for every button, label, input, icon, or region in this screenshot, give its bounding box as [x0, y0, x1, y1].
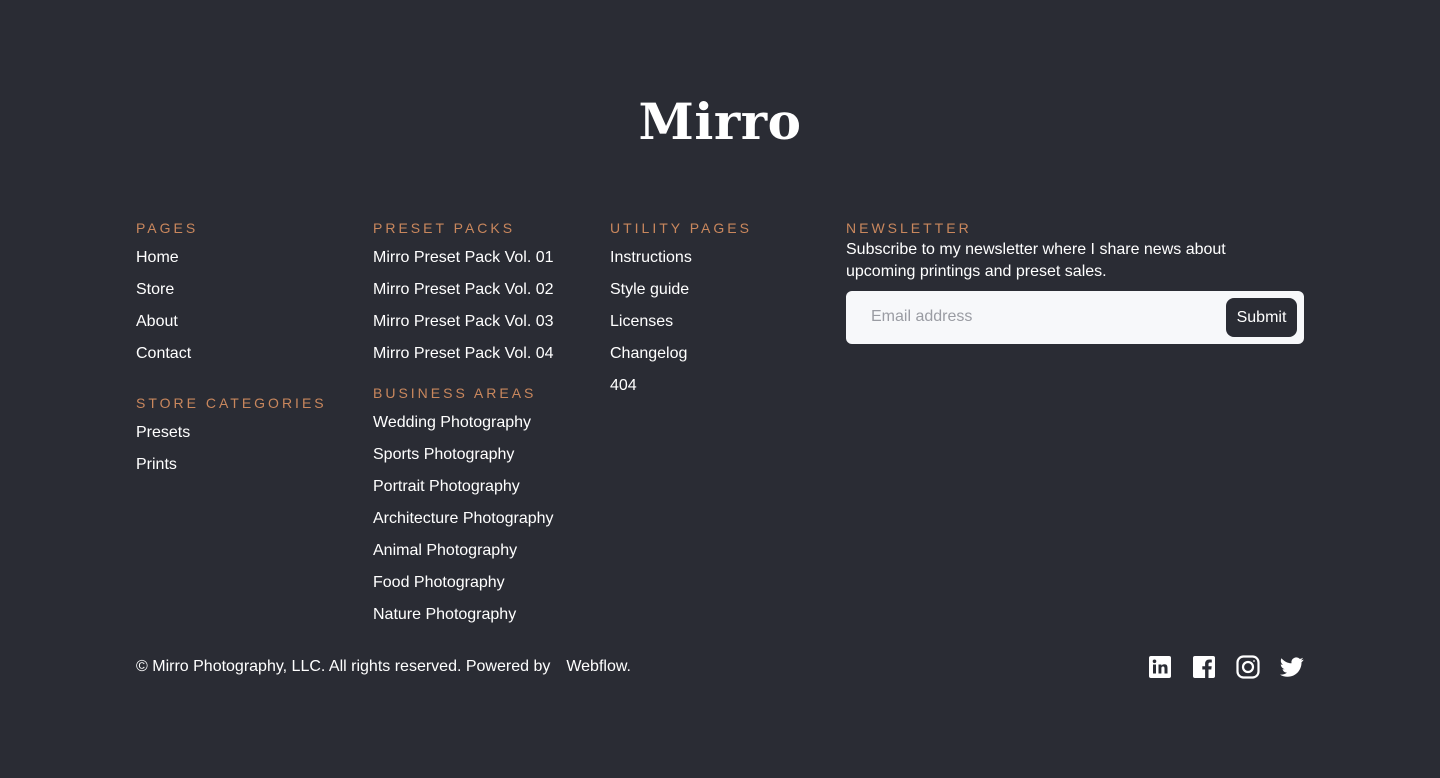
facebook-icon[interactable] — [1192, 655, 1216, 679]
link-sports-photography[interactable]: Sports Photography — [373, 446, 514, 464]
link-404[interactable]: 404 — [610, 377, 637, 395]
newsletter-section: Newsletter Subscribe to my newsletter wh… — [846, 219, 1304, 344]
link-preset-pack-04[interactable]: Mirro Preset Pack Vol. 04 — [373, 345, 554, 363]
link-food-photography[interactable]: Food Photography — [373, 574, 505, 592]
list-item: Mirro Preset Pack Vol. 04 — [373, 345, 593, 377]
preset-packs-list: Mirro Preset Pack Vol. 01 Mirro Preset P… — [373, 249, 593, 377]
submit-button[interactable]: Submit — [1226, 298, 1297, 337]
webflow-link[interactable]: Webflow — [566, 658, 626, 675]
link-portrait-photography[interactable]: Portrait Photography — [373, 478, 520, 496]
store-categories-heading: Store Categories — [136, 395, 327, 411]
footer-column-preset-packs: Preset Packs Mirro Preset Pack Vol. 01 M… — [373, 219, 593, 638]
utility-pages-list: Instructions Style guide Licenses Change… — [610, 249, 830, 409]
email-field[interactable] — [860, 299, 1220, 335]
link-animal-photography[interactable]: Animal Photography — [373, 542, 517, 560]
link-presets[interactable]: Presets — [136, 424, 190, 442]
pages-list: Home Store About Contact — [136, 249, 356, 377]
preset-packs-heading: Preset Packs — [373, 220, 516, 236]
list-item: Architecture Photography — [373, 510, 593, 542]
list-item: Home — [136, 249, 356, 281]
list-item: Portrait Photography — [373, 478, 593, 510]
link-style-guide[interactable]: Style guide — [610, 281, 689, 299]
list-item: Contact — [136, 345, 356, 377]
newsletter-form: Submit — [846, 291, 1304, 344]
list-item: Sports Photography — [373, 446, 593, 478]
link-architecture-photography[interactable]: Architecture Photography — [373, 510, 554, 528]
list-item: Animal Photography — [373, 542, 593, 574]
pages-heading: Pages — [136, 220, 199, 236]
link-about[interactable]: About — [136, 313, 178, 331]
social-links — [1148, 655, 1304, 679]
list-item: Presets — [136, 424, 356, 456]
utility-pages-heading: Utility Pages — [610, 220, 752, 236]
linkedin-icon[interactable] — [1148, 655, 1172, 679]
footer-column-pages: Pages Home Store About Contact Store Cat… — [136, 219, 356, 488]
link-wedding-photography[interactable]: Wedding Photography — [373, 414, 531, 432]
newsletter-description: Subscribe to my newsletter where I share… — [846, 241, 1226, 280]
list-item: Wedding Photography — [373, 414, 593, 446]
link-instructions[interactable]: Instructions — [610, 249, 692, 267]
store-categories-list: Presets Prints — [136, 424, 356, 488]
list-item: Prints — [136, 456, 356, 488]
link-home[interactable]: Home — [136, 249, 179, 267]
link-prints[interactable]: Prints — [136, 456, 177, 474]
list-item: Changelog — [610, 345, 830, 377]
logo[interactable]: Mirro — [0, 90, 1440, 154]
copyright-text: © Mirro Photography, LLC. All rights res… — [136, 658, 551, 675]
business-areas-heading: Business Areas — [373, 385, 537, 401]
list-item: Style guide — [610, 281, 830, 313]
list-item: Store — [136, 281, 356, 313]
footer-column-utility-pages: Utility Pages Instructions Style guide L… — [610, 219, 830, 409]
list-item: Mirro Preset Pack Vol. 02 — [373, 281, 593, 313]
list-item: 404 — [610, 377, 830, 409]
link-nature-photography[interactable]: Nature Photography — [373, 606, 516, 624]
list-item: Mirro Preset Pack Vol. 01 — [373, 249, 593, 281]
list-item: Instructions — [610, 249, 830, 281]
newsletter-heading: Newsletter — [846, 220, 972, 236]
site-footer: Mirro Pages Home Store About Contact Sto… — [0, 0, 1440, 778]
list-item: About — [136, 313, 356, 345]
list-item: Food Photography — [373, 574, 593, 606]
link-store[interactable]: Store — [136, 281, 174, 299]
link-changelog[interactable]: Changelog — [610, 345, 687, 363]
link-preset-pack-02[interactable]: Mirro Preset Pack Vol. 02 — [373, 281, 554, 299]
link-contact[interactable]: Contact — [136, 345, 191, 363]
list-item: Nature Photography — [373, 606, 593, 638]
link-preset-pack-03[interactable]: Mirro Preset Pack Vol. 03 — [373, 313, 554, 331]
instagram-icon[interactable] — [1236, 655, 1260, 679]
link-licenses[interactable]: Licenses — [610, 313, 673, 331]
twitter-icon[interactable] — [1280, 655, 1304, 679]
list-item: Licenses — [610, 313, 830, 345]
list-item: Mirro Preset Pack Vol. 03 — [373, 313, 593, 345]
copyright-period: . — [626, 658, 631, 675]
link-preset-pack-01[interactable]: Mirro Preset Pack Vol. 01 — [373, 249, 554, 267]
business-areas-list: Wedding Photography Sports Photography P… — [373, 414, 593, 638]
copyright: © Mirro Photography, LLC. All rights res… — [136, 657, 631, 677]
footer-bottom-bar: © Mirro Photography, LLC. All rights res… — [136, 655, 1304, 679]
